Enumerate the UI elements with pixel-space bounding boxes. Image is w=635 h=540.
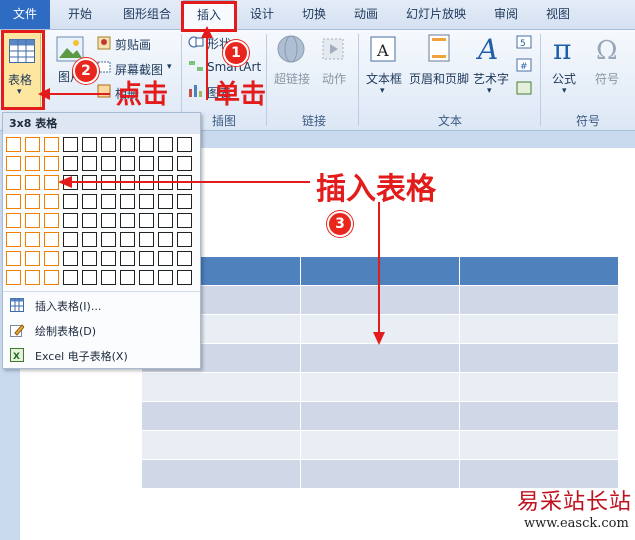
annotation-click-1: 单击 — [214, 80, 267, 110]
step-3-badge: 3 — [327, 211, 353, 237]
watermark-title: 易采站长站 — [517, 490, 633, 515]
step-1-badge: 1 — [223, 40, 249, 66]
watermark-url: www.easck.com — [524, 516, 629, 531]
annotation-insert-table: 插入表格 — [316, 172, 436, 207]
step-2-badge: 2 — [73, 58, 99, 84]
annotation-click-2: 点击 — [116, 80, 169, 110]
annotation-arrows — [38, 26, 385, 345]
